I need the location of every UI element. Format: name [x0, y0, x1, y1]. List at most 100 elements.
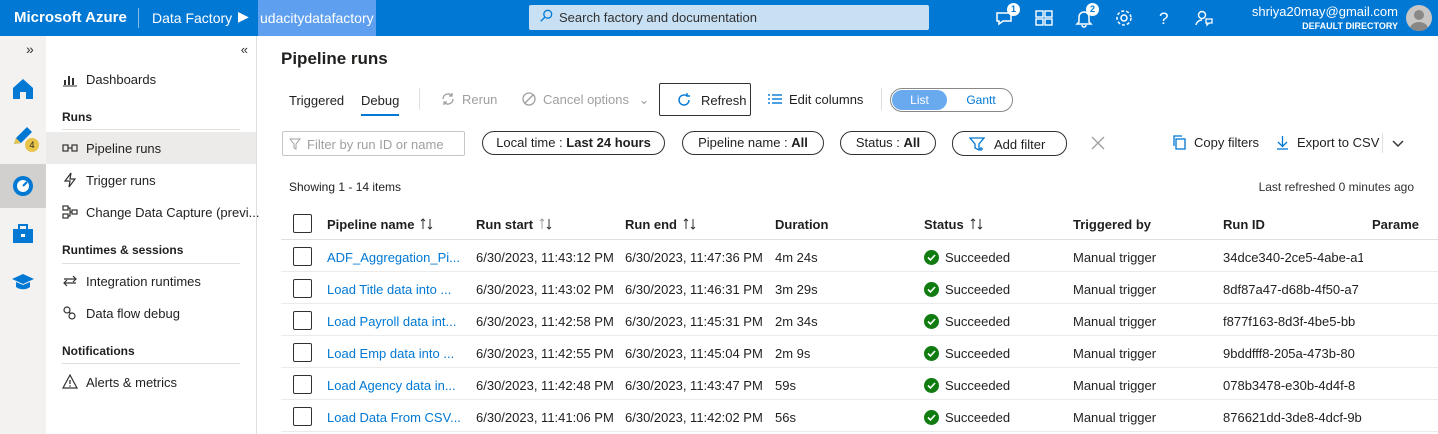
- double-chevron-left-icon[interactable]: «: [241, 42, 248, 57]
- user-account[interactable]: shriya20may@gmail.com DEFAULT DIRECTORY: [1252, 4, 1398, 31]
- column-label: Run start: [476, 217, 534, 232]
- add-filter-icon: [969, 137, 985, 152]
- cancel-options-button[interactable]: Cancel options ⌄: [521, 91, 650, 108]
- column-header-parameters[interactable]: Parame: [1372, 217, 1419, 232]
- duration: 3m 29s: [775, 282, 818, 297]
- breadcrumb-factory[interactable]: udacitydatafactory: [258, 0, 376, 36]
- export-csv-label: Export to CSV: [1297, 135, 1380, 150]
- column-header-run-start[interactable]: Run start: [476, 217, 553, 232]
- triggered-by: Manual trigger: [1073, 282, 1157, 297]
- filter-pipeline-value: All: [791, 135, 808, 150]
- row-checkbox[interactable]: [293, 343, 312, 362]
- row-checkbox[interactable]: [293, 375, 312, 394]
- divider: [62, 263, 240, 264]
- rerun-button[interactable]: Rerun: [440, 91, 497, 107]
- run-start: 6/30/2023, 11:42:48 PM: [476, 378, 614, 393]
- select-all-checkbox[interactable]: [293, 214, 312, 233]
- copy-filters-label: Copy filters: [1194, 135, 1260, 150]
- nav-item-pipeline-runs[interactable]: Pipeline runs: [46, 132, 256, 164]
- triggered-by: Manual trigger: [1073, 314, 1157, 329]
- pipeline-name-link[interactable]: Load Agency data in...: [327, 378, 456, 393]
- nav-item-change-data-capture[interactable]: Change Data Capture (previ...: [46, 196, 259, 228]
- status: Succeeded: [924, 282, 1010, 297]
- table-row[interactable]: Load Data From CSV... 6/30/2023, 11:41:0…: [281, 400, 1438, 432]
- brand-title[interactable]: Microsoft Azure: [14, 9, 127, 26]
- run-end: 6/30/2023, 11:46:31 PM: [625, 282, 763, 297]
- table-row[interactable]: Load Agency data in... 6/30/2023, 11:42:…: [281, 368, 1438, 400]
- filter-time-pill[interactable]: Local time : Last 24 hours: [482, 131, 665, 155]
- add-filter-button[interactable]: Add filter: [952, 131, 1067, 156]
- refresh-button[interactable]: Refresh: [659, 83, 751, 116]
- column-label: Pipeline name: [327, 217, 415, 232]
- search-input[interactable]: Search factory and documentation: [529, 5, 929, 30]
- pipeline-name-link[interactable]: Load Title data into ...: [327, 282, 451, 297]
- search-placeholder: Search factory and documentation: [559, 10, 758, 25]
- trigger-icon: [63, 172, 77, 188]
- divider: [62, 129, 240, 130]
- pipeline-name-link[interactable]: Load Payroll data int...: [327, 314, 456, 329]
- column-header-status[interactable]: Status: [924, 217, 984, 232]
- nav-item-alerts-metrics[interactable]: Alerts & metrics: [46, 366, 256, 398]
- nav-item-trigger-runs[interactable]: Trigger runs: [46, 164, 256, 196]
- nav-label: Data flow debug: [86, 306, 180, 321]
- filter-pipeline-pill[interactable]: Pipeline name : All: [682, 131, 824, 155]
- notifications-badge: 2: [1086, 3, 1099, 16]
- nav-label: Dashboards: [86, 72, 157, 87]
- view-gantt-button[interactable]: Gantt: [953, 90, 1009, 110]
- row-checkbox[interactable]: [293, 247, 312, 266]
- run-id: 9bddfff8-205a-473b-80: [1223, 346, 1355, 361]
- filter-input[interactable]: Filter by run ID or name: [282, 131, 465, 156]
- integration-runtime-icon: [63, 275, 77, 287]
- nav-item-integration-runtimes[interactable]: Integration runtimes: [46, 265, 256, 297]
- table-row[interactable]: Load Emp data into ... 6/30/2023, 11:42:…: [281, 336, 1438, 368]
- table-row[interactable]: ADF_Aggregation_Pi... 6/30/2023, 11:43:1…: [281, 240, 1438, 272]
- feedback-person-button[interactable]: [1193, 7, 1215, 29]
- pipeline-name-link[interactable]: ADF_Aggregation_Pi...: [327, 250, 460, 265]
- help-button[interactable]: ?: [1153, 7, 1175, 29]
- pipeline-name-link[interactable]: Load Emp data into ...: [327, 346, 454, 361]
- column-header-triggered-by[interactable]: Triggered by: [1073, 217, 1151, 232]
- rail-manage[interactable]: [0, 212, 46, 256]
- rail-learning[interactable]: [0, 260, 46, 304]
- nav-item-dashboards[interactable]: Dashboards: [46, 63, 256, 95]
- duration: 59s: [775, 378, 796, 393]
- rail-monitor[interactable]: [0, 164, 46, 208]
- row-checkbox[interactable]: [293, 407, 312, 426]
- run-end: 6/30/2023, 11:45:04 PM: [625, 346, 763, 361]
- divider: [62, 363, 240, 364]
- switch-directory-button[interactable]: [1033, 7, 1055, 29]
- tab-triggered[interactable]: Triggered: [289, 93, 344, 108]
- filter-icon: [289, 138, 301, 150]
- tab-debug[interactable]: Debug: [361, 93, 400, 116]
- clear-filters-icon[interactable]: [1090, 135, 1106, 151]
- edit-columns-button[interactable]: Edit columns: [767, 91, 863, 107]
- row-checkbox[interactable]: [293, 279, 312, 298]
- copy-filters-button[interactable]: Copy filters: [1172, 135, 1259, 150]
- view-list-button[interactable]: List: [892, 90, 947, 110]
- column-header-run-end[interactable]: Run end: [625, 217, 697, 232]
- rail-author[interactable]: 4: [0, 116, 46, 160]
- breadcrumb-service[interactable]: Data Factory: [152, 10, 232, 26]
- column-header-pipeline-name[interactable]: Pipeline name: [327, 217, 434, 232]
- run-end: 6/30/2023, 11:42:02 PM: [625, 410, 763, 425]
- rerun-label: Rerun: [462, 92, 498, 107]
- expand-rail-button[interactable]: »: [0, 36, 46, 66]
- feedback-button[interactable]: 1: [994, 3, 1020, 29]
- settings-button[interactable]: [1113, 7, 1135, 29]
- table-row[interactable]: Load Title data into ... 6/30/2023, 11:4…: [281, 272, 1438, 304]
- avatar[interactable]: [1406, 5, 1432, 31]
- rail-home[interactable]: [0, 66, 46, 110]
- run-start: 6/30/2023, 11:41:06 PM: [476, 410, 614, 425]
- notifications-button[interactable]: 2: [1073, 3, 1099, 29]
- cancel-options-label: Cancel options: [543, 92, 629, 107]
- export-csv-button[interactable]: Export to CSV: [1275, 135, 1379, 150]
- chevron-down-icon[interactable]: [1390, 135, 1406, 151]
- filter-status-pill[interactable]: Status : All: [840, 131, 936, 155]
- pipeline-name-link[interactable]: Load Data From CSV...: [327, 410, 461, 425]
- table-row[interactable]: Load Payroll data int... 6/30/2023, 11:4…: [281, 304, 1438, 336]
- column-header-duration[interactable]: Duration: [775, 217, 828, 232]
- triggered-by: Manual trigger: [1073, 346, 1157, 361]
- row-checkbox[interactable]: [293, 311, 312, 330]
- nav-item-data-flow-debug[interactable]: Data flow debug: [46, 297, 256, 329]
- column-header-run-id[interactable]: Run ID: [1223, 217, 1265, 232]
